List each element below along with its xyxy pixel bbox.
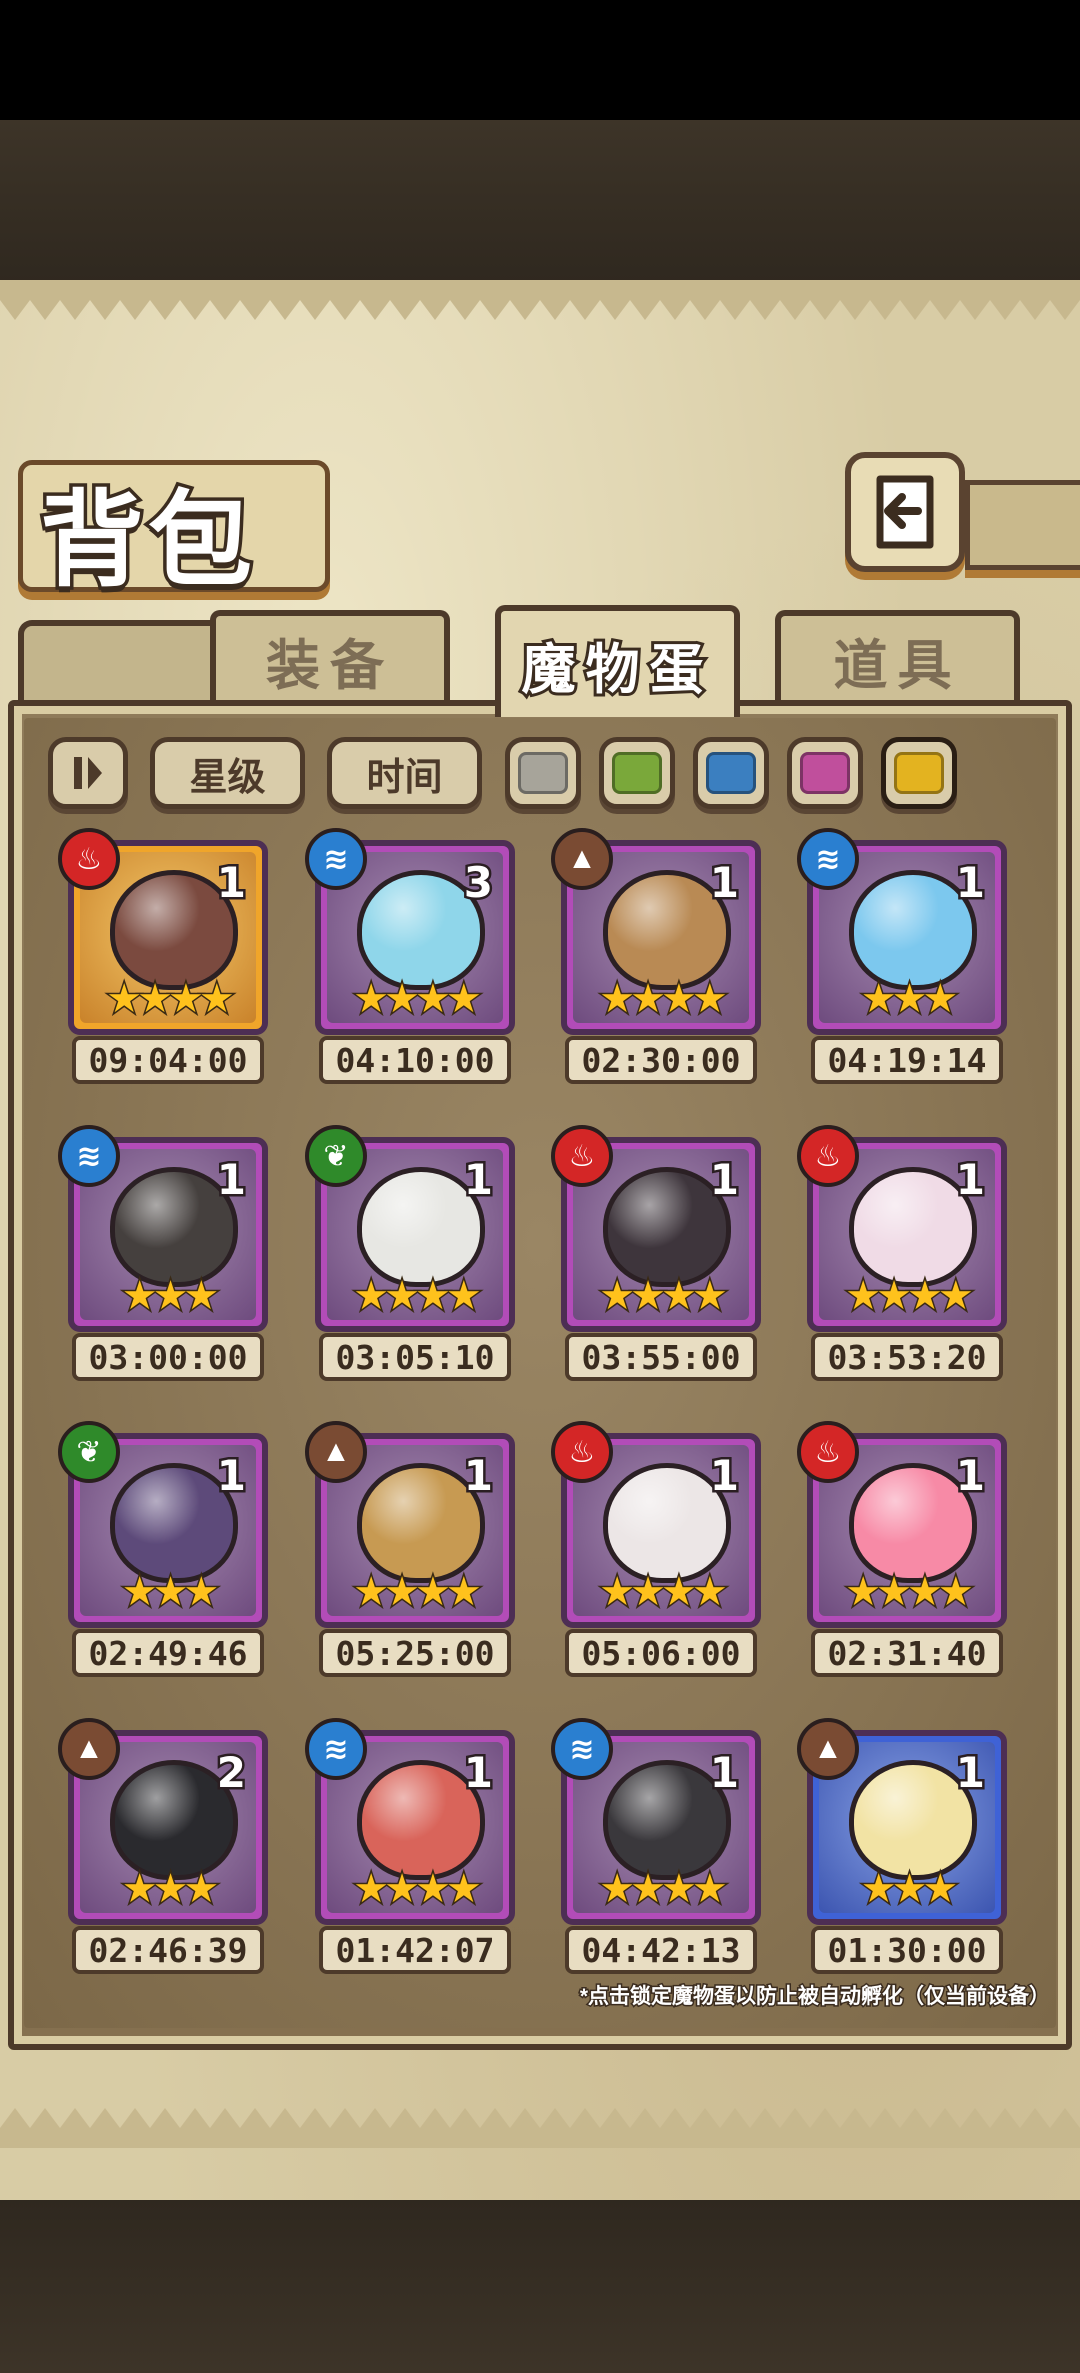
water-element-icon: ≋ [58, 1125, 120, 1187]
wood-element-icon: ❦ [305, 1125, 367, 1187]
back-rail [965, 480, 1080, 570]
hatch-timer: 02:46:39 [72, 1926, 264, 1974]
star-rating: ★★★ [859, 977, 960, 1021]
star-rating: ★★★★ [352, 1570, 483, 1614]
star-rating: ★★★★ [844, 1570, 975, 1614]
hatch-timer: 09:04:00 [72, 1036, 264, 1084]
earth-element-icon: ▲ [551, 828, 613, 890]
egg-count: 1 [953, 856, 987, 910]
star-rating: ★★★★ [598, 1274, 729, 1318]
egg-count: 1 [461, 1746, 495, 1800]
hatch-timer: 03:00:00 [72, 1333, 264, 1381]
star-rating: ★★★★ [598, 1570, 729, 1614]
map-banner-top [0, 120, 1080, 285]
egg-count: 1 [461, 1449, 495, 1503]
sort-by-time-button[interactable]: 时间 [327, 737, 482, 809]
tab-items[interactable]: 道具 [775, 610, 1020, 705]
hatch-timer: 01:42:07 [319, 1926, 511, 1974]
map-banner-bottom [0, 2200, 1080, 2373]
egg-count: 1 [214, 1153, 248, 1207]
egg-count: 1 [707, 856, 741, 910]
water-element-icon: ≋ [305, 1718, 367, 1780]
tab-equipment[interactable]: 装备 [210, 610, 450, 705]
water-element-icon: ≋ [551, 1718, 613, 1780]
star-rating: ★★★★ [352, 1867, 483, 1911]
earth-element-icon: ▲ [58, 1718, 120, 1780]
egg-count: 1 [953, 1449, 987, 1503]
fire-element-icon: ♨ [797, 1125, 859, 1187]
fire-element-icon: ♨ [797, 1421, 859, 1483]
star-rating: ★★★★ [352, 977, 483, 1021]
hatch-timer: 02:49:46 [72, 1629, 264, 1677]
star-rating: ★★★ [859, 1867, 960, 1911]
sort-by-star-button[interactable]: 星级 [150, 737, 305, 809]
star-rating: ★★★★ [844, 1274, 975, 1318]
zigzag-border-top [0, 280, 1080, 320]
egg-count: 1 [461, 1153, 495, 1207]
hatch-timer: 04:10:00 [319, 1036, 511, 1084]
filter-blue-swatch [706, 752, 756, 794]
return-arrow-icon [876, 475, 934, 549]
egg-count: 1 [707, 1449, 741, 1503]
earth-element-icon: ▲ [305, 1421, 367, 1483]
egg-count: 2 [214, 1746, 248, 1800]
hatch-timer: 04:19:14 [811, 1036, 1003, 1084]
wood-element-icon: ❦ [58, 1421, 120, 1483]
page-title: 背包 [36, 476, 257, 605]
star-rating: ★★★★ [105, 977, 236, 1021]
zigzag-border-bottom [0, 2108, 1080, 2148]
filter-gray-swatch [518, 752, 568, 794]
tab-rail [18, 620, 218, 710]
filter-purple-button[interactable] [787, 737, 863, 809]
hatch-timer: 02:30:00 [565, 1036, 757, 1084]
star-rating: ★★★★ [598, 1867, 729, 1911]
star-rating: ★★★ [120, 1867, 221, 1911]
sort-toggle-button[interactable] [48, 737, 128, 809]
filter-purple-swatch [800, 752, 850, 794]
filter-gold-swatch [894, 752, 944, 794]
egg-count: 3 [461, 856, 495, 910]
back-button[interactable] [845, 452, 965, 572]
hatch-timer: 03:53:20 [811, 1333, 1003, 1381]
egg-count: 1 [214, 1449, 248, 1503]
fire-element-icon: ♨ [58, 828, 120, 890]
filter-gold-button[interactable] [881, 737, 957, 809]
egg-count: 1 [707, 1153, 741, 1207]
tab-monster-egg[interactable]: 魔物蛋 [495, 605, 740, 717]
sort-toggle-icon [74, 757, 102, 789]
fire-element-icon: ♨ [551, 1125, 613, 1187]
hatch-timer: 04:42:13 [565, 1926, 757, 1974]
star-rating: ★★★ [120, 1274, 221, 1318]
lock-hint-text: *点击锁定魔物蛋以防止被自动孵化（仅当前设备） [578, 1984, 1051, 2010]
filter-gray-button[interactable] [505, 737, 581, 809]
filter-blue-button[interactable] [693, 737, 769, 809]
hatch-timer: 05:06:00 [565, 1629, 757, 1677]
water-element-icon: ≋ [797, 828, 859, 890]
filter-green-button[interactable] [599, 737, 675, 809]
filter-green-swatch [612, 752, 662, 794]
hatch-timer: 03:05:10 [319, 1333, 511, 1381]
star-rating: ★★★★ [598, 977, 729, 1021]
fire-element-icon: ♨ [551, 1421, 613, 1483]
star-rating: ★★★ [120, 1570, 221, 1614]
egg-count: 1 [953, 1153, 987, 1207]
hatch-timer: 01:30:00 [811, 1926, 1003, 1974]
hatch-timer: 02:31:40 [811, 1629, 1003, 1677]
hatch-timer: 03:55:00 [565, 1333, 757, 1381]
egg-count: 1 [214, 856, 248, 910]
egg-count: 1 [953, 1746, 987, 1800]
star-rating: ★★★★ [352, 1274, 483, 1318]
water-element-icon: ≋ [305, 828, 367, 890]
egg-count: 1 [707, 1746, 741, 1800]
hatch-timer: 05:25:00 [319, 1629, 511, 1677]
earth-element-icon: ▲ [797, 1718, 859, 1780]
